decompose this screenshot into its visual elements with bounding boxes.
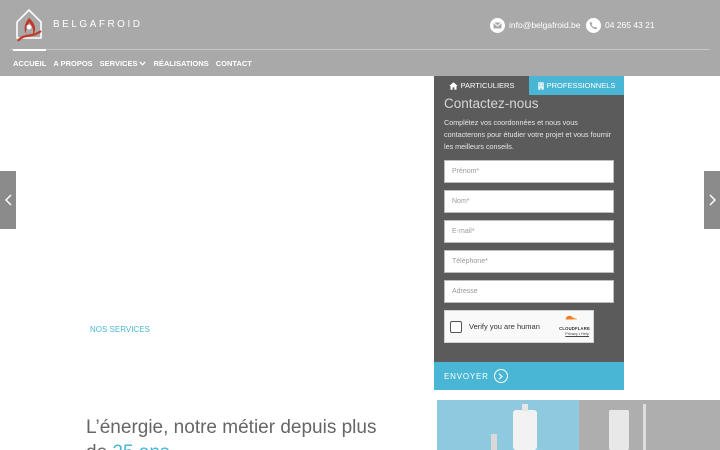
cloudflare-brand: CLOUDFLARE xyxy=(559,326,590,331)
tab-professionnels[interactable]: PROFESSIONNELS xyxy=(529,76,624,95)
chevron-left-icon xyxy=(4,194,12,206)
nav-item-services[interactable]: SERVICES xyxy=(100,58,147,68)
phone-text[interactable]: 04 265 43 21 xyxy=(605,20,655,30)
site-header: BELGAFROID info@belgafroid.be 04 265 43 … xyxy=(0,0,720,76)
last-name-field[interactable]: Nom* xyxy=(444,190,614,213)
nav-item-a-propos[interactable]: A PROPOS xyxy=(53,58,92,68)
submit-button[interactable]: ENVOYER xyxy=(434,362,624,390)
first-name-field[interactable]: Prénom* xyxy=(444,160,614,183)
main-nav: ACCUEIL A PROPOS SERVICES RÉALISATIONS C… xyxy=(13,49,252,68)
form-title: Contactez-nous xyxy=(444,96,539,111)
nav-item-contact[interactable]: CONTACT xyxy=(216,58,252,68)
arrow-right-circle-icon xyxy=(493,369,508,383)
submit-label: ENVOYER xyxy=(444,371,489,381)
house-icon xyxy=(448,81,458,90)
cloudflare-cloud-icon xyxy=(565,315,577,320)
captcha-links[interactable]: Privacy • Help xyxy=(565,332,589,336)
form-description: Complétez vos coordonnées et nous vous c… xyxy=(444,118,612,151)
contact-form-panel: PARTICULIERS PROFESSIONNELS Contactez-no… xyxy=(434,76,624,389)
captcha-widget: Verify you are human CLOUDFLARE Privacy … xyxy=(444,310,594,343)
header-divider xyxy=(10,49,710,50)
nav-item-realisations[interactable]: RÉALISATIONS xyxy=(153,58,208,68)
captcha-checkbox[interactable] xyxy=(450,320,462,333)
brand-name[interactable]: BELGAFROID xyxy=(53,19,142,30)
tab-particuliers[interactable]: PARTICULIERS xyxy=(434,76,529,95)
email-field[interactable]: E-mail* xyxy=(444,220,614,243)
services-link[interactable]: NOS SERVICES xyxy=(90,325,150,334)
address-field[interactable]: Adresse xyxy=(444,280,614,303)
captcha-label: Verify you are human xyxy=(469,322,540,331)
phone-icon xyxy=(586,17,601,33)
chevron-right-icon xyxy=(708,194,716,206)
form-tabs: PARTICULIERS PROFESSIONNELS xyxy=(434,76,624,95)
phone-field[interactable]: Téléphone* xyxy=(444,250,614,273)
email-contact[interactable]: info@belgafroid.be xyxy=(490,17,580,33)
envelope-icon xyxy=(490,17,505,33)
email-text[interactable]: info@belgafroid.be xyxy=(509,20,580,30)
nav-item-accueil[interactable]: ACCUEIL xyxy=(13,49,47,68)
house-flame-logo[interactable] xyxy=(14,8,44,44)
slider-next-button[interactable] xyxy=(704,171,720,229)
slider-prev-button[interactable] xyxy=(0,171,16,229)
phone-contact[interactable]: 04 265 43 21 xyxy=(586,17,655,33)
chevron-down-icon xyxy=(139,60,147,66)
water-heater-photo xyxy=(437,400,720,450)
building-icon xyxy=(537,81,544,90)
page-headline: L’énergie, notre métier depuis plus de 2… xyxy=(86,417,377,450)
